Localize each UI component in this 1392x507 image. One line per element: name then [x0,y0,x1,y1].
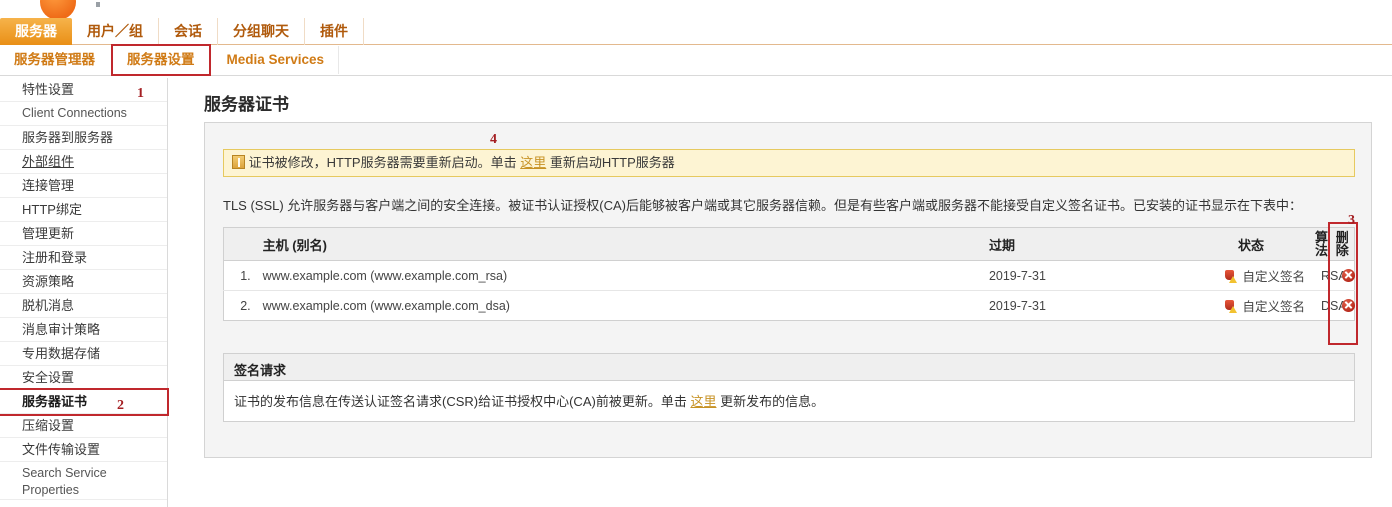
sidebar-item-14[interactable]: 压缩设置 [0,414,167,438]
sub-tab-0[interactable]: 服务器管理器 [0,46,109,74]
sidebar-item-8[interactable]: 资源策略 [0,270,167,294]
signature-text-after: 更新发布的信息。 [720,394,825,409]
top-tab-1[interactable]: 用户／组 [72,18,159,45]
warning-text-before: 证书被修改，HTTP服务器需要重新启动。单击 [248,155,517,170]
restart-warning-banner: 证书被修改，HTTP服务器需要重新启动。单击 这里 重新启动HTTP服务器 [223,149,1355,177]
column-header-expiry[interactable]: 过期 [980,227,1205,261]
row-host[interactable]: www.example.com (www.example.com_rsa) [254,260,981,291]
column-header-status[interactable]: 状态 [1204,227,1313,261]
warning-note-icon [232,155,245,169]
certificates-table: 主机 (别名) 过期 状态 算法 删除 1. www.example.com (… [223,227,1355,321]
table-header-row: 主机 (别名) 过期 状态 算法 删除 [223,227,1355,261]
sidebar-item-12[interactable]: 安全设置 [0,366,167,390]
warning-text-after: 重新启动HTTP服务器 [549,155,675,170]
sidebar-item-2[interactable]: 服务器到服务器 [0,126,167,150]
top-tab-3[interactable]: 分组聊天 [218,18,305,45]
sidebar-navigation: 特性设置 Client Connections 服务器到服务器 外部组件 连接管理 HTT… [0,78,169,507]
row-status: 自定义签名 [1204,291,1313,321]
row-expiry: 2019-7-31 [988,298,1046,313]
row-status: 自定义签名 [1204,260,1313,291]
main-content: 服务器证书 证书被修改，HTTP服务器需要重新启动。单击 这里 重新启动HTTP… [168,78,1392,507]
restart-http-link[interactable]: 这里 [520,155,546,170]
sidebar-item-1[interactable]: Client Connections [0,102,167,126]
column-header-index [223,227,255,261]
table-row: 1. www.example.com (www.example.com_rsa)… [223,260,1355,291]
top-tab-0[interactable]: 服务器 [0,18,72,45]
delete-circle-icon[interactable] [1341,298,1355,312]
table-row: 2. www.example.com (www.example.com_dsa)… [224,291,1355,321]
sidebar-item-16[interactable]: Search Service Properties [0,462,167,500]
signature-request-section: 签名请求 证书的发布信息在传送认证签名请求(CSR)给证书授权中心(CA)前被更… [223,353,1355,422]
row-algorithm: DSA [1320,298,1347,313]
signature-request-body: 证书的发布信息在传送认证签名请求(CSR)给证书授权中心(CA)前被更新。单击 … [224,381,1354,421]
sidebar-item-15[interactable]: 文件传输设置 [0,438,167,462]
sidebar-item-6[interactable]: 管理更新 [0,222,167,246]
logo-dot-decoration [96,2,100,7]
row-index: 2. [240,298,251,313]
certificate-warning-icon [1224,300,1238,313]
sub-tab-1[interactable]: 服务器设置 [111,44,211,76]
annotation-number-3: 3 [1348,213,1355,228]
row-status-label: 自定义签名 [1242,270,1305,284]
top-tab-4[interactable]: 插件 [305,18,364,45]
app-logo [40,0,76,20]
certificates-panel: 证书被修改，HTTP服务器需要重新启动。单击 这里 重新启动HTTP服务器 TL… [204,122,1372,458]
sub-navigation-bar: 服务器管理器 服务器设置 Media Services [0,44,1392,76]
signature-request-title: 签名请求 [224,354,1354,381]
sidebar-item-13[interactable]: 服务器证书 [0,388,169,416]
column-header-delete: 删除 [1333,227,1355,261]
annotation-number-4: 4 [490,132,497,147]
sidebar-item-10[interactable]: 消息审计策略 [0,318,167,342]
sidebar-item-5[interactable]: HTTP绑定 [0,198,167,222]
sidebar-item-3[interactable]: 外部组件 [0,150,167,174]
update-publish-info-link[interactable]: 这里 [690,394,716,409]
annotation-number-1: 1 [137,86,144,101]
top-navigation-bar: 服务器 用户／组 会话 分组聊天 插件 [0,18,1392,45]
row-expiry: 2019-7-31 [980,260,1205,291]
column-header-host[interactable]: 主机 (别名) [254,227,981,261]
row-status-label: 自定义签名 [1242,300,1305,314]
row-index: 1. [223,260,255,291]
sidebar-item-7[interactable]: 注册和登录 [0,246,167,270]
certificate-warning-icon [1224,270,1238,283]
row-algorithm: RSA [1312,260,1347,291]
row-host[interactable]: www.example.com (www.example.com_dsa) [255,291,981,321]
sidebar-item-4[interactable]: 连接管理 [0,174,167,198]
sidebar-item-9[interactable]: 脱机消息 [0,294,167,318]
top-tab-2[interactable]: 会话 [159,18,218,45]
signature-text-before: 证书的发布信息在传送认证签名请求(CSR)给证书授权中心(CA)前被更新。单击 [234,394,687,409]
page-title: 服务器证书 [204,95,289,114]
sub-tab-2[interactable]: Media Services [213,46,340,74]
delete-circle-icon[interactable] [1341,268,1355,282]
tls-intro-text: TLS (SSL) 允许服务器与客户端之间的安全连接。被证书认证授权(CA)后能… [223,198,1303,213]
column-header-algorithm[interactable]: 算法 [1312,227,1334,261]
sidebar-item-11[interactable]: 专用数据存储 [0,342,167,366]
